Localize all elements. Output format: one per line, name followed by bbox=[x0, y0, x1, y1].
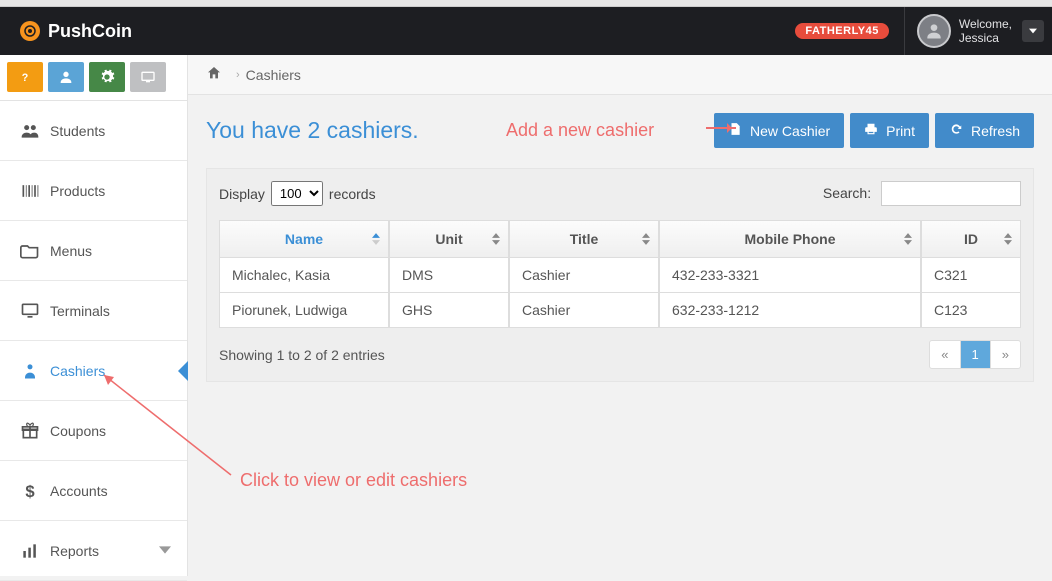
quickbar: ? bbox=[0, 55, 187, 101]
sidebar-item-menus[interactable]: Menus bbox=[0, 221, 187, 281]
chevron-down-icon bbox=[159, 543, 171, 559]
col-name[interactable]: Name bbox=[219, 220, 389, 258]
monitor-icon bbox=[16, 301, 44, 321]
table-row[interactable]: Michalec, KasiaDMSCashier432-233-3321C32… bbox=[219, 258, 1021, 293]
sidebar-label: Coupons bbox=[50, 423, 106, 439]
sidebar-item-coupons[interactable]: Coupons bbox=[0, 401, 187, 461]
dollar-icon: $ bbox=[16, 481, 44, 501]
topbar: PushCoin FATHERLY45 Welcome, Jessica bbox=[0, 7, 1052, 55]
table-panel: Display 100 records Search: Name Unit Ti… bbox=[206, 168, 1034, 382]
sidebar: ? Students Products Menus Terminals Cash… bbox=[0, 55, 188, 576]
col-id[interactable]: ID bbox=[921, 220, 1021, 258]
pagination: « 1 » bbox=[929, 340, 1021, 369]
search-label: Search: bbox=[823, 185, 871, 201]
page-size-select[interactable]: 100 bbox=[271, 181, 323, 206]
coin-icon bbox=[20, 21, 40, 41]
sidebar-label: Students bbox=[50, 123, 105, 139]
barcode-icon bbox=[16, 181, 44, 201]
print-button[interactable]: Print bbox=[850, 113, 929, 148]
users-icon bbox=[16, 121, 44, 141]
sidebar-item-reports[interactable]: Reports bbox=[0, 521, 187, 581]
pager-next[interactable]: » bbox=[991, 341, 1020, 368]
page-headline: You have 2 cashiers. bbox=[206, 117, 419, 144]
refresh-icon bbox=[949, 122, 963, 139]
help-button[interactable]: ? bbox=[7, 62, 43, 92]
table-row[interactable]: Piorunek, LudwigaGHSCashier632-233-1212C… bbox=[219, 293, 1021, 328]
user-name: Jessica bbox=[959, 31, 1012, 45]
pager-prev[interactable]: « bbox=[930, 341, 960, 368]
pager-page[interactable]: 1 bbox=[961, 341, 991, 368]
svg-text:?: ? bbox=[22, 72, 29, 84]
folder-icon bbox=[16, 241, 44, 261]
col-unit[interactable]: Unit bbox=[389, 220, 509, 258]
col-title[interactable]: Title bbox=[509, 220, 659, 258]
home-icon[interactable] bbox=[206, 65, 230, 84]
print-icon bbox=[864, 122, 878, 139]
chart-icon bbox=[16, 541, 44, 561]
user-menu[interactable]: Welcome, Jessica bbox=[904, 7, 1052, 55]
col-mobile[interactable]: Mobile Phone bbox=[659, 220, 921, 258]
caret-down-icon[interactable] bbox=[1022, 20, 1044, 42]
sidebar-label: Accounts bbox=[50, 483, 108, 499]
brand-logo[interactable]: PushCoin bbox=[20, 21, 132, 42]
sidebar-label: Menus bbox=[50, 243, 92, 259]
sidebar-item-products[interactable]: Products bbox=[0, 161, 187, 221]
search-input[interactable] bbox=[881, 181, 1021, 206]
gift-icon bbox=[16, 421, 44, 441]
annotation-add: Add a new cashier bbox=[506, 120, 654, 141]
user-button[interactable] bbox=[48, 62, 84, 92]
sidebar-label: Cashiers bbox=[50, 363, 105, 379]
sidebar-item-terminals[interactable]: Terminals bbox=[0, 281, 187, 341]
welcome-label: Welcome, bbox=[959, 17, 1012, 31]
breadcrumb: › Cashiers bbox=[188, 55, 1052, 95]
avatar-icon bbox=[917, 14, 951, 48]
display-label: Display bbox=[219, 186, 265, 202]
breadcrumb-current: Cashiers bbox=[246, 67, 301, 83]
annotation-click: Click to view or edit cashiers bbox=[240, 470, 467, 491]
settings-button[interactable] bbox=[89, 62, 125, 92]
annotation-arrow bbox=[706, 127, 736, 129]
refresh-button[interactable]: Refresh bbox=[935, 113, 1034, 148]
cashiers-table: Name Unit Title Mobile Phone ID Michalec… bbox=[219, 220, 1021, 328]
brand-text: PushCoin bbox=[48, 21, 132, 42]
sidebar-label: Terminals bbox=[50, 303, 110, 319]
table-info: Showing 1 to 2 of 2 entries bbox=[219, 347, 385, 363]
sidebar-label: Reports bbox=[50, 543, 99, 559]
breadcrumb-separator: › bbox=[236, 69, 240, 81]
sidebar-item-students[interactable]: Students bbox=[0, 101, 187, 161]
person-icon bbox=[16, 361, 44, 381]
sidebar-item-cashiers[interactable]: Cashiers bbox=[0, 341, 187, 401]
sidebar-label: Products bbox=[50, 183, 105, 199]
records-label: records bbox=[329, 186, 376, 202]
sidebar-item-accounts[interactable]: $ Accounts bbox=[0, 461, 187, 521]
screen-button[interactable] bbox=[130, 62, 166, 92]
account-badge[interactable]: FATHERLY45 bbox=[795, 23, 888, 39]
svg-text:$: $ bbox=[25, 481, 35, 500]
